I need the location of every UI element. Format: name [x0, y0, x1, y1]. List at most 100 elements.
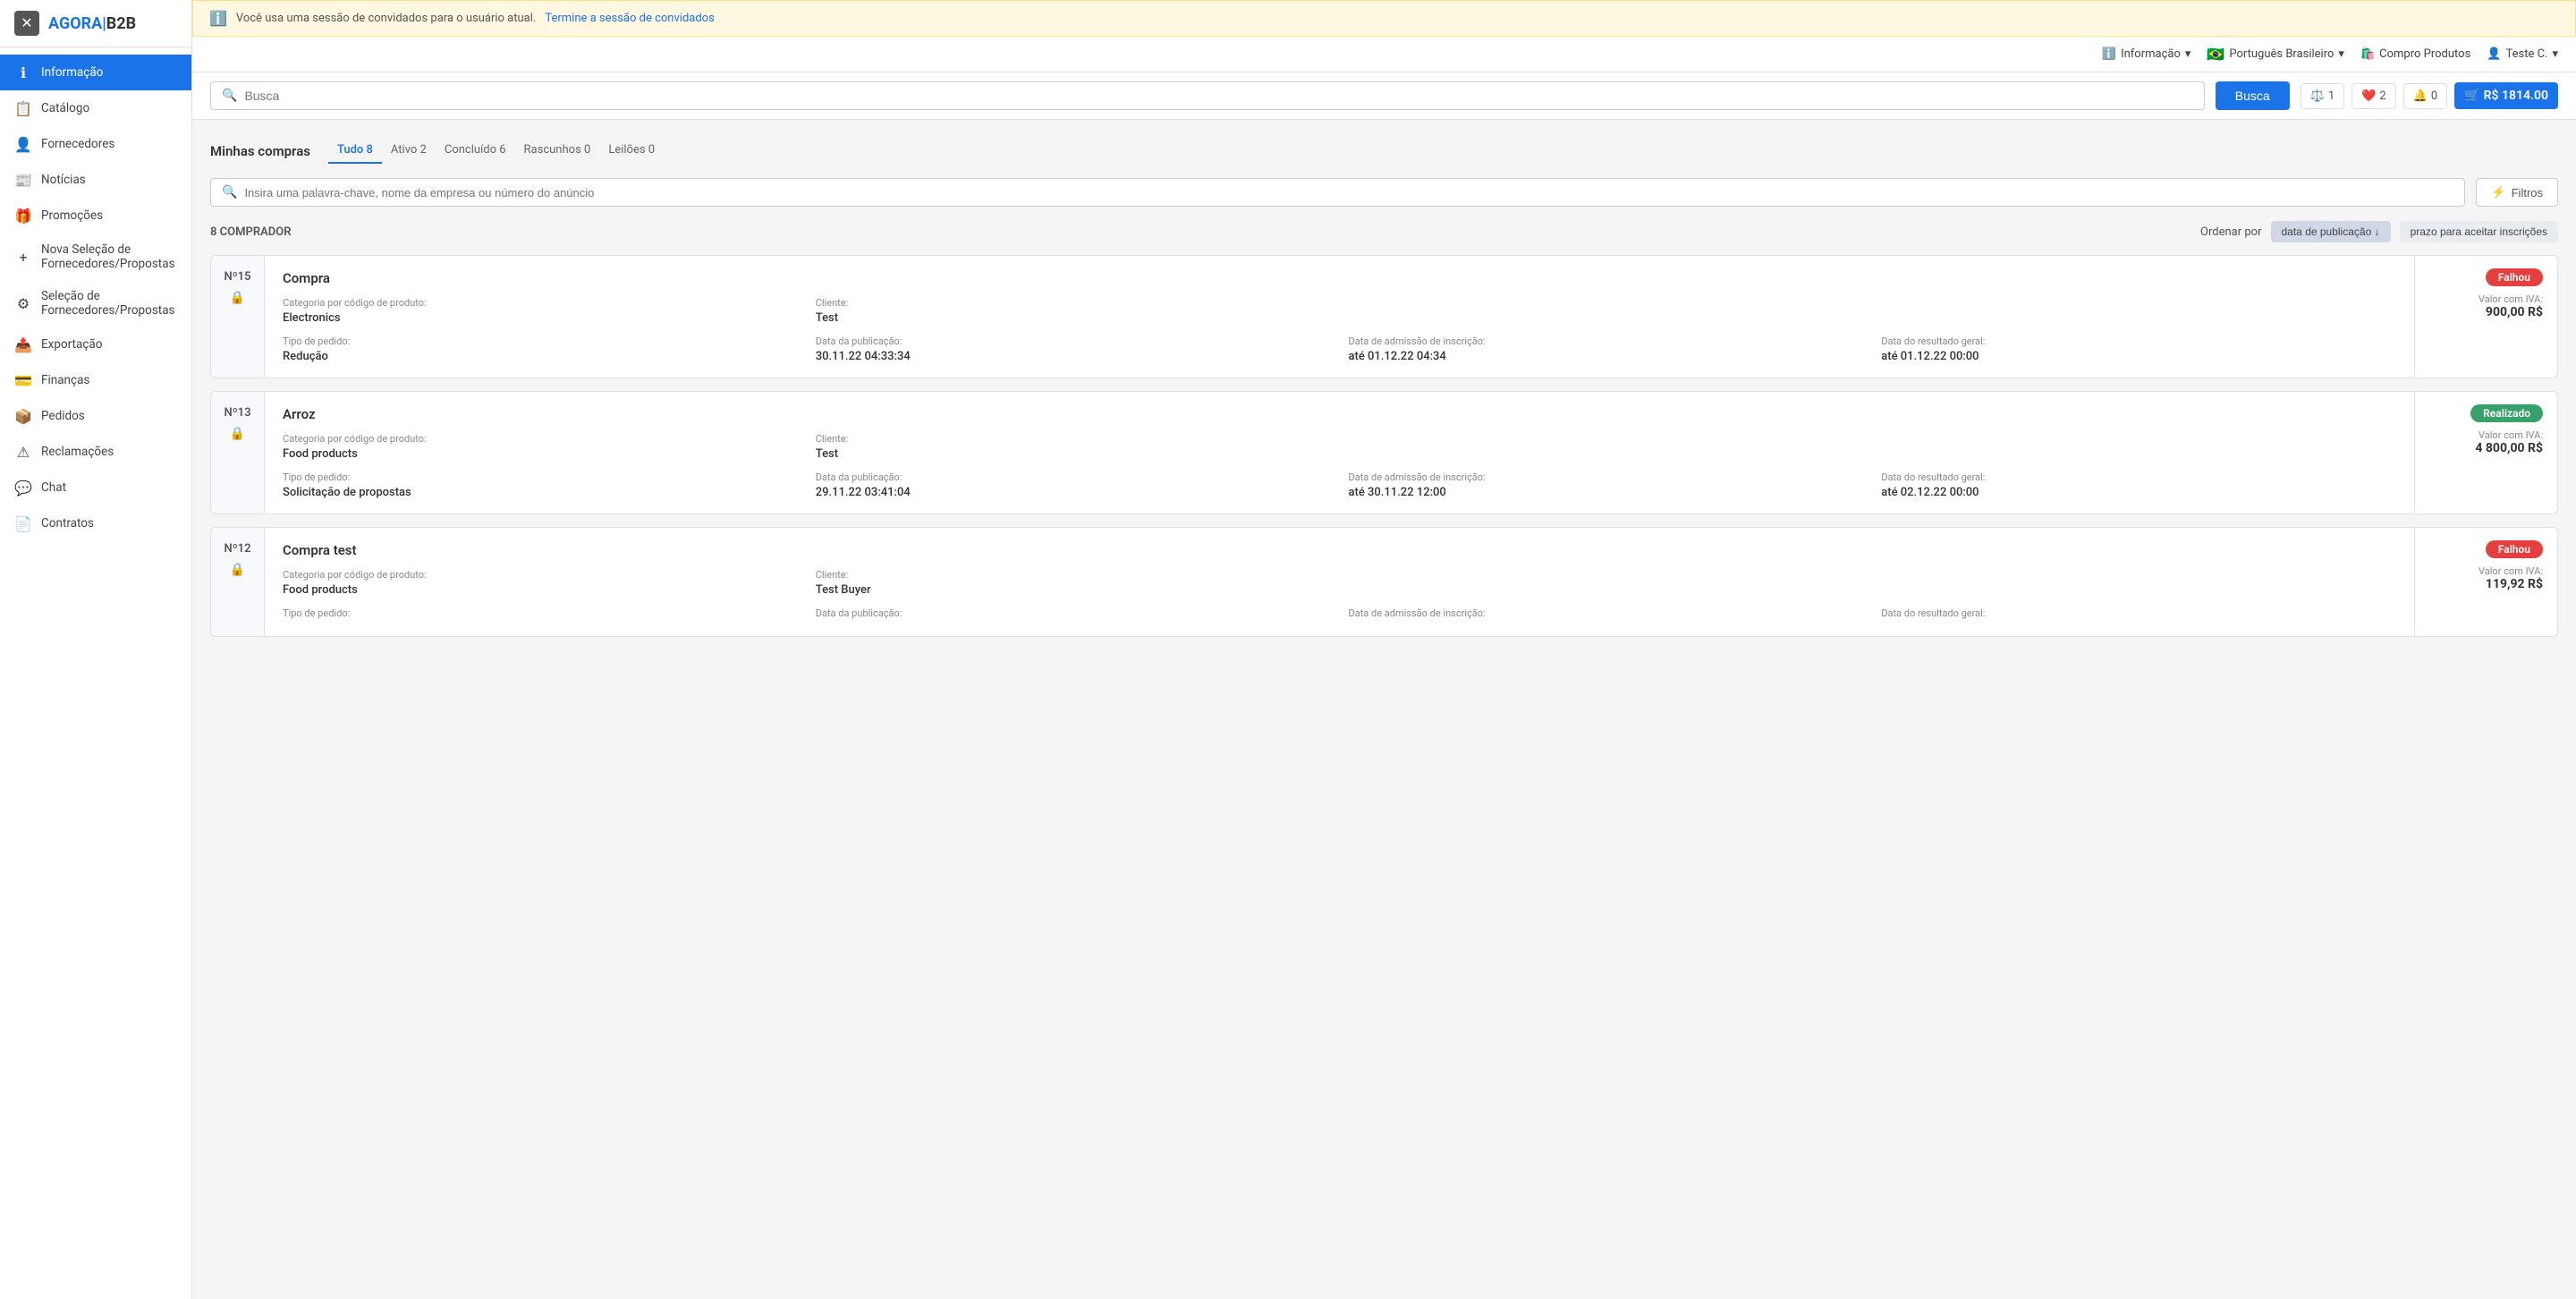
- sidebar-icon-pedidos: 📦: [14, 407, 32, 425]
- user-label: Teste C.: [2505, 47, 2547, 61]
- card-number-p12: Nº12: [225, 542, 251, 556]
- pub-date-field-p15: Data da publicação: 30.11.22 04:33:34: [816, 335, 1331, 363]
- shop-menu[interactable]: 🛍️ Compro Produtos: [2360, 47, 2470, 61]
- sidebar-icon-catalogo: 📋: [14, 99, 32, 117]
- filter-search-icon: 🔍: [222, 185, 237, 200]
- value-amount-p15: 900,00 R$: [2479, 305, 2543, 319]
- card-number-p15: Nº15: [225, 270, 251, 284]
- sort-label: Ordenar por: [2200, 225, 2261, 239]
- card-left-p15: Nº15 🔒: [211, 256, 265, 378]
- info-label: Informação: [2121, 47, 2181, 61]
- sidebar-item-contratos[interactable]: 📄 Contratos: [0, 505, 191, 541]
- filter-icon: ⚡: [2491, 185, 2505, 200]
- sidebar-item-noticias[interactable]: 📰 Notícias: [0, 162, 191, 198]
- sort-publication-date-button[interactable]: data de publicação ↓: [2271, 221, 2391, 242]
- purchase-card-p12[interactable]: Nº12 🔒 Compra test Categoria por código …: [210, 527, 2558, 637]
- category-field-p15: Categoria por código de produto: Electro…: [283, 297, 798, 325]
- value-section-p13: Valor com IVA: 4 800,00 R$: [2475, 429, 2543, 455]
- sidebar-item-fornecedores[interactable]: 👤 Fornecedores: [0, 126, 191, 162]
- card-fields-p12: Categoria por código de produto: Food pr…: [283, 569, 2396, 622]
- tab-rascunhos[interactable]: Rascunhos 0: [515, 138, 600, 164]
- sidebar-label-exportacao: Exportação: [41, 337, 102, 352]
- close-sidebar-button[interactable]: ✕: [14, 11, 39, 36]
- sort-row: Ordenar por data de publicação ↓ prazo p…: [2200, 221, 2558, 242]
- sidebar-icon-reclamacoes: ⚠: [14, 443, 32, 461]
- type-field-p15: Tipo de pedido: Redução: [283, 335, 798, 363]
- value-amount-p13: 4 800,00 R$: [2475, 441, 2543, 455]
- sidebar-item-financas[interactable]: 💳 Finanças: [0, 362, 191, 398]
- language-menu[interactable]: 🇧🇷 Português Brasileiro ▾: [2207, 46, 2344, 63]
- sidebar-item-pedidos[interactable]: 📦 Pedidos: [0, 398, 191, 434]
- filter-input[interactable]: [244, 186, 2453, 200]
- search-button[interactable]: Busca: [2216, 81, 2290, 110]
- end-session-link[interactable]: Termine a sessão de convidados: [545, 12, 714, 25]
- card-title-p12: Compra test: [283, 542, 2396, 558]
- user-menu[interactable]: 👤 Teste C. ▾: [2487, 47, 2558, 61]
- sidebar-item-promocoes[interactable]: 🎁 Promoções: [0, 198, 191, 233]
- sidebar-item-chat[interactable]: 💬 Chat: [0, 470, 191, 505]
- admission-field-p13: Data de admissão de inscrição: até 30.11…: [1349, 471, 1864, 499]
- sidebar: ✕ AGORA|B2B ℹ Informação 📋 Catálogo 👤 Fo…: [0, 0, 192, 1299]
- tab-ativo[interactable]: Ativo 2: [382, 138, 436, 164]
- sidebar-label-financas: Finanças: [41, 373, 89, 387]
- header-actions: ⚖️ 1 ❤️ 2 🔔 0 🛒 R$ 1814.00: [2301, 82, 2558, 109]
- favorites-button[interactable]: ❤️ 2: [2351, 83, 2396, 109]
- flag-icon: 🇧🇷: [2207, 46, 2224, 63]
- shop-label: Compro Produtos: [2379, 47, 2470, 61]
- sidebar-icon-contratos: 📄: [14, 514, 32, 532]
- admission-field-p12: Data de admissão de inscrição:: [1349, 607, 1864, 622]
- category-field-p13: Categoria por código de produto: Food pr…: [283, 433, 798, 461]
- sidebar-item-nova-selecao[interactable]: + Nova Seleção de Fornecedores/Propostas: [0, 233, 191, 280]
- card-fields-p13: Categoria por código de produto: Food pr…: [283, 433, 2396, 499]
- sidebar-icon-nova-selecao: +: [14, 248, 32, 266]
- sidebar-label-fornecedores: Fornecedores: [41, 137, 114, 151]
- scale-icon: ⚖️: [2310, 89, 2325, 103]
- top-header: ℹ️ Informação ▾ 🇧🇷 Português Brasileiro …: [192, 37, 2576, 72]
- sort-deadline-button[interactable]: prazo para aceitar inscrições: [2400, 221, 2558, 242]
- search-input-container: 🔍: [210, 81, 2205, 110]
- compare-button[interactable]: ⚖️ 1: [2301, 83, 2345, 109]
- sidebar-icon-chat: 💬: [14, 479, 32, 497]
- filter-input-container: 🔍: [210, 178, 2465, 207]
- purchase-card-p13[interactable]: Nº13 🔒 Arroz Categoria por código de pro…: [210, 391, 2558, 514]
- client-field-p13: Cliente: Test: [816, 433, 1331, 461]
- favorite-count: 2: [2379, 89, 2385, 103]
- sidebar-nav: ℹ Informação 📋 Catálogo 👤 Fornecedores 📰…: [0, 47, 191, 1299]
- info-menu[interactable]: ℹ️ Informação ▾: [2102, 47, 2191, 61]
- notifications-button[interactable]: 🔔 0: [2403, 83, 2448, 109]
- tab-tudo[interactable]: Tudo 8: [328, 138, 382, 164]
- sidebar-label-contratos: Contratos: [41, 516, 94, 531]
- purchase-card-p15[interactable]: Nº15 🔒 Compra Categoria por código de pr…: [210, 255, 2558, 378]
- heart-icon: ❤️: [2361, 89, 2376, 103]
- cart-button[interactable]: 🛒 R$ 1814.00: [2454, 82, 2558, 109]
- info-icon: ℹ️: [209, 10, 227, 27]
- status-badge-p15: Falhou: [2486, 268, 2543, 286]
- pub-date-field-p12: Data da publicação:: [816, 607, 1331, 622]
- sidebar-item-reclamacoes[interactable]: ⚠ Reclamações: [0, 434, 191, 470]
- sidebar-label-chat: Chat: [41, 480, 66, 495]
- banner-text: Você usa uma sessão de convidados para o…: [236, 12, 536, 25]
- filter-button[interactable]: ⚡ Filtros: [2476, 178, 2558, 207]
- chevron-down-icon: ▾: [2338, 47, 2344, 61]
- cart-amount: R$ 1814.00: [2484, 89, 2548, 103]
- search-input[interactable]: [244, 89, 2192, 103]
- sidebar-item-catalogo[interactable]: 📋 Catálogo: [0, 90, 191, 126]
- filter-search-row: 🔍 ⚡ Filtros: [210, 178, 2558, 207]
- sidebar-header: ✕ AGORA|B2B: [0, 0, 191, 47]
- compare-count: 1: [2328, 89, 2334, 103]
- card-right-p15: Falhou Valor com IVA: 900,00 R$: [2414, 256, 2557, 378]
- card-right-p13: Realizado Valor com IVA: 4 800,00 R$: [2414, 392, 2557, 514]
- tab-concluido[interactable]: Concluído 6: [436, 138, 515, 164]
- sidebar-item-informacao[interactable]: ℹ Informação: [0, 55, 191, 90]
- sidebar-icon-selecao: ⚙: [14, 294, 32, 312]
- card-title-p15: Compra: [283, 270, 2396, 286]
- sidebar-label-noticias: Notícias: [41, 173, 86, 187]
- sidebar-item-selecao[interactable]: ⚙ Seleção de Fornecedores/Propostas: [0, 280, 191, 327]
- sidebar-item-exportacao[interactable]: 📤 Exportação: [0, 327, 191, 362]
- tab-leiloes[interactable]: Leilões 0: [599, 138, 664, 164]
- card-left-p13: Nº13 🔒: [211, 392, 265, 514]
- notification-count: 0: [2431, 89, 2437, 103]
- sidebar-icon-fornecedores: 👤: [14, 135, 32, 153]
- sidebar-icon-informacao: ℹ: [14, 64, 32, 81]
- result-field-p15: Data do resultado geral: até 01.12.22 00…: [1881, 335, 2396, 363]
